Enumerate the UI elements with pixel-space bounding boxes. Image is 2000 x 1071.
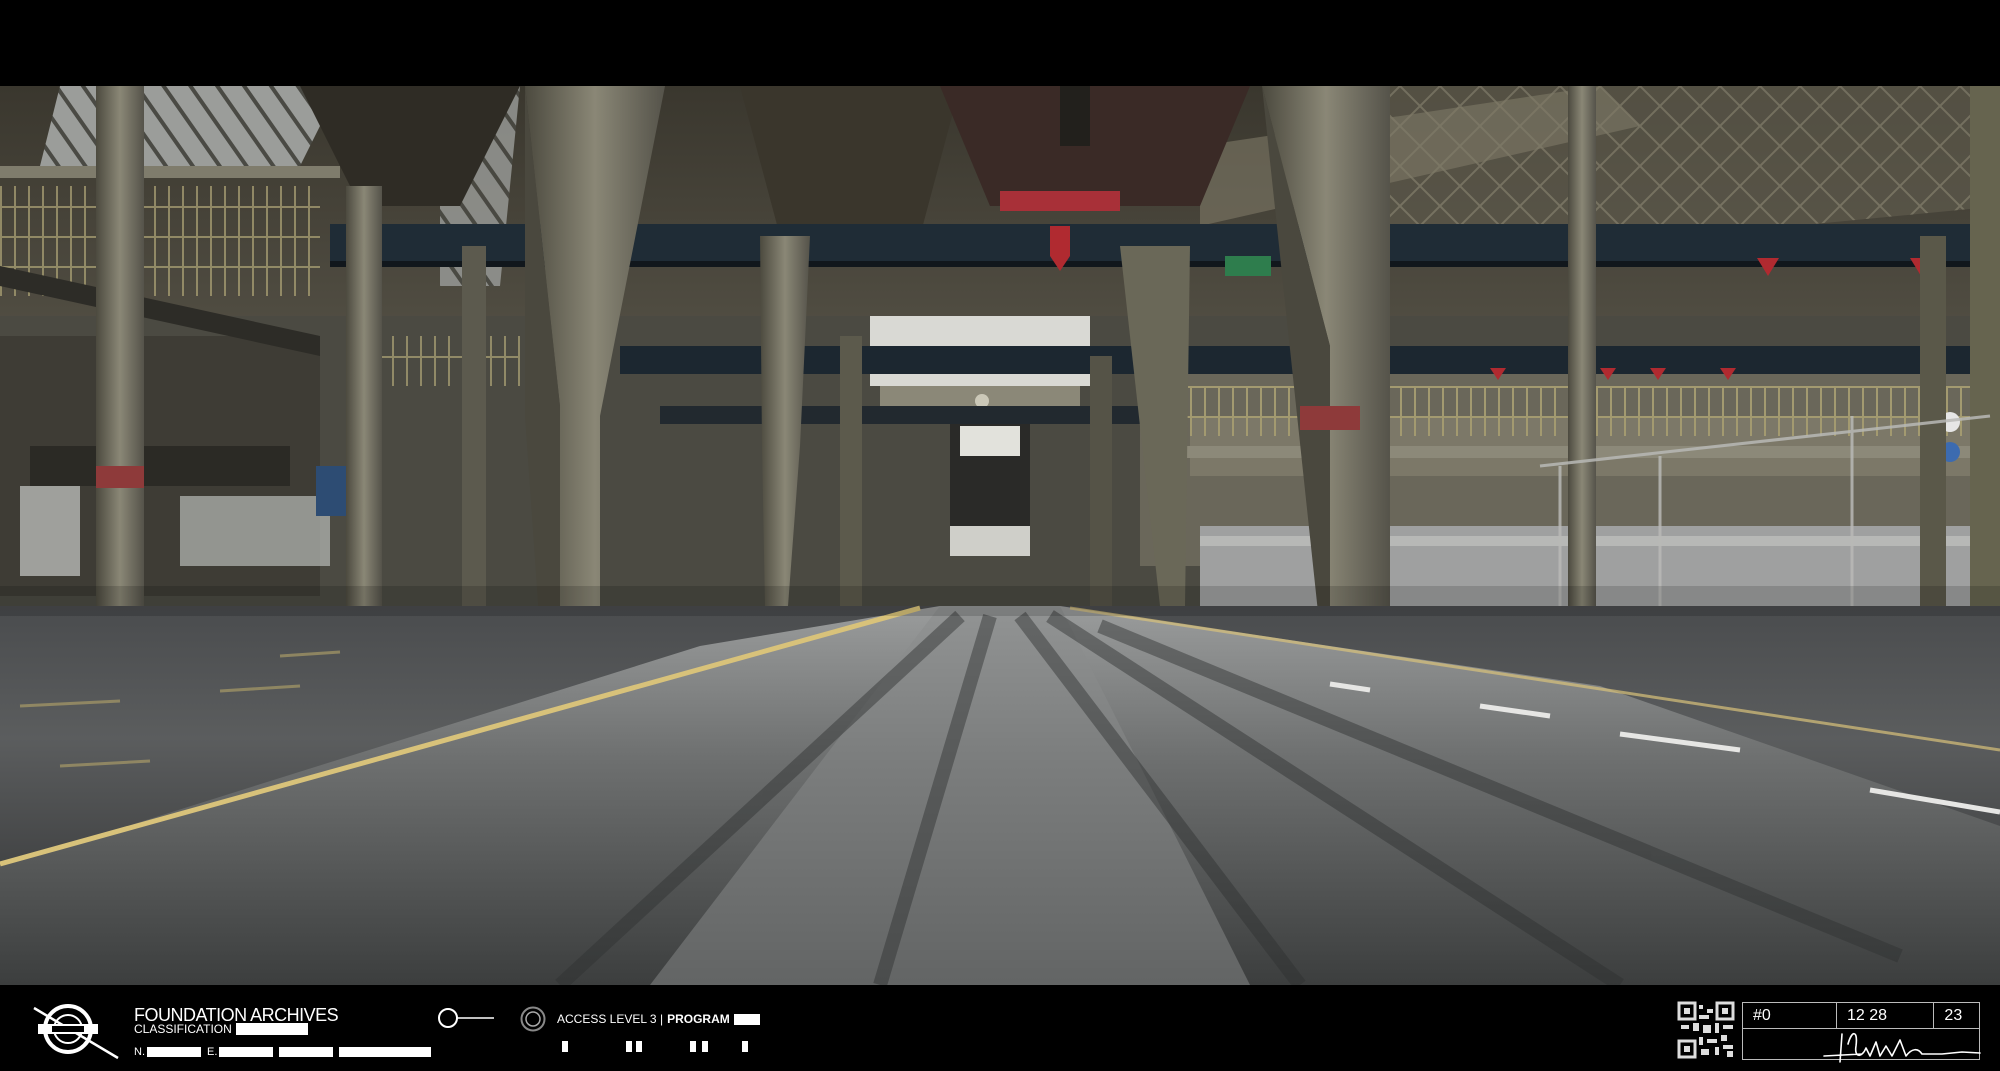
- signal-mark: [742, 1041, 748, 1052]
- coordinates-row: N. E.: [134, 1046, 437, 1058]
- access-level-label: ACCESS LEVEL 3 |: [557, 1012, 664, 1026]
- program-label: PROGRAM: [667, 1012, 730, 1026]
- target-circle-icon: [520, 1006, 546, 1032]
- program-redaction: [733, 1013, 760, 1025]
- signal-marks: [562, 1041, 752, 1053]
- classification-label: CLASSIFICATION: [134, 1022, 232, 1036]
- e-redaction-1: [219, 1047, 274, 1057]
- signal-mark: [690, 1041, 696, 1052]
- foundation-logo-icon: [33, 1004, 119, 1060]
- signal-mark: [702, 1041, 708, 1052]
- access-level-row: ACCESS LEVEL 3 | PROGRAM: [557, 1012, 760, 1026]
- e-letter: E.: [207, 1046, 218, 1058]
- e-redaction-2: [279, 1047, 334, 1057]
- warehouse-photo: [0, 86, 2000, 985]
- toggle-switch-icon[interactable]: [436, 1007, 496, 1029]
- classification-redaction: [235, 1023, 308, 1035]
- signal-mark: [626, 1041, 632, 1052]
- signature-icon: [1823, 1032, 1981, 1063]
- signal-mark: [562, 1041, 568, 1052]
- signal-mark: [636, 1041, 642, 1052]
- classification-row: CLASSIFICATION: [134, 1023, 308, 1035]
- e-redaction-3: [339, 1047, 432, 1057]
- n-redaction: [147, 1047, 201, 1057]
- qr-code-icon: [1677, 1001, 1735, 1059]
- letterbox-top: [0, 0, 2000, 86]
- n-letter: N.: [134, 1046, 145, 1058]
